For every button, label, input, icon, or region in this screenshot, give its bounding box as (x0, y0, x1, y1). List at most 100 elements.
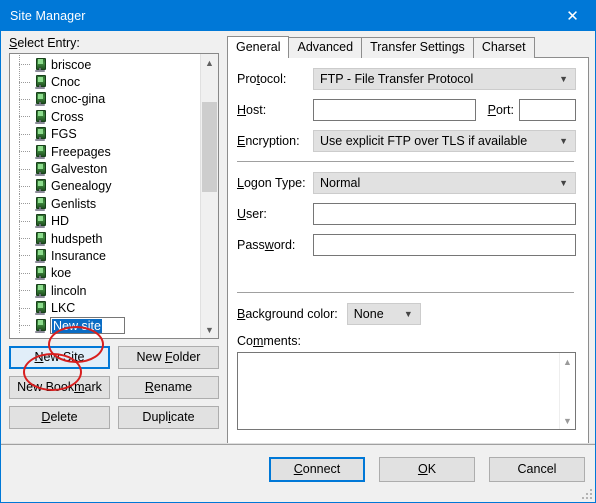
list-item-label: LKC (51, 301, 76, 316)
cancel-button[interactable]: Cancel (489, 457, 585, 482)
chevron-up-icon[interactable]: ▲ (560, 354, 575, 369)
list-item[interactable]: hudspeth (10, 229, 201, 248)
list-item[interactable]: HD (10, 211, 201, 230)
list-item[interactable]: Insurance (10, 246, 201, 265)
footer-divider (1, 444, 595, 445)
server-icon (34, 127, 46, 142)
close-icon[interactable]: ✕ (550, 1, 595, 31)
logon-type-label: Logon Type: (237, 176, 306, 190)
list-item[interactable]: Galveston (10, 159, 201, 178)
tree-line-icon (12, 194, 34, 213)
rename-input-value: New site (52, 318, 102, 333)
tab-charset[interactable]: Charset (472, 37, 535, 58)
site-tree[interactable]: briscoe Cnoc cnoc-gina Cross FGS Freepag… (9, 53, 219, 339)
general-tab-panel: Protocol: FTP - File Transfer Protocol ▼… (227, 57, 589, 457)
tab-transfer-settings[interactable]: Transfer Settings (361, 37, 474, 58)
protocol-select[interactable]: FTP - File Transfer Protocol ▼ (313, 68, 576, 90)
resize-grip-icon[interactable] (580, 487, 592, 499)
new-folder-button[interactable]: New Folder (118, 346, 219, 369)
tree-line-icon (12, 281, 34, 300)
user-row: User: (237, 203, 576, 225)
chevron-up-icon[interactable]: ▲ (201, 54, 218, 71)
list-item[interactable]: Genlists (10, 194, 201, 213)
server-icon (34, 214, 46, 229)
tree-line-icon (12, 316, 34, 335)
list-item-label: Insurance (51, 248, 106, 263)
connect-button[interactable]: Connect (269, 457, 365, 482)
logon-type-select[interactable]: Normal ▼ (313, 172, 576, 194)
encryption-select-value: Use explicit FTP over TLS if available (320, 134, 528, 148)
tree-actions-row-2: New Bookmark Rename (9, 376, 219, 399)
password-input[interactable] (313, 234, 576, 256)
host-input[interactable] (313, 99, 476, 121)
logon-type-select-value: Normal (320, 176, 361, 190)
chevron-down-icon[interactable]: ▼ (201, 321, 218, 338)
delete-button[interactable]: Delete (9, 406, 110, 429)
host-label: Host: (237, 103, 267, 117)
user-input[interactable] (313, 203, 576, 225)
background-color-select-value: None (353, 307, 384, 321)
chevron-down-icon: ▼ (559, 74, 568, 84)
tree-line-icon (12, 229, 34, 248)
server-icon (34, 92, 46, 107)
site-tree-items: briscoe Cnoc cnoc-gina Cross FGS Freepag… (10, 55, 201, 335)
duplicate-button[interactable]: Duplicate (118, 406, 219, 429)
list-item[interactable]: koe (10, 263, 201, 282)
window-title: Site Manager (10, 9, 86, 23)
user-label: User: (237, 207, 267, 221)
chevron-down-icon[interactable]: ▼ (560, 413, 575, 428)
list-item-label: cnoc-gina (51, 92, 106, 107)
tab-advanced[interactable]: Advanced (288, 37, 363, 58)
server-icon (34, 162, 46, 177)
scrollbar-thumb[interactable] (202, 102, 217, 192)
list-item[interactable]: cnoc-gina (10, 89, 201, 108)
list-item[interactable]: Cnoc (10, 72, 201, 91)
server-icon (34, 301, 46, 316)
tree-line-icon (12, 263, 34, 282)
list-item[interactable]: Genealogy (10, 176, 201, 195)
right-panel: General Advanced Transfer Settings Chars… (227, 36, 589, 457)
port-input[interactable] (519, 99, 576, 121)
comments-textarea[interactable]: ▲ ▼ (237, 352, 576, 430)
chevron-down-icon: ▼ (559, 136, 568, 146)
server-icon (34, 179, 46, 194)
tree-vertical-scrollbar[interactable]: ▲ ▼ (200, 54, 218, 338)
new-bookmark-button[interactable]: New Bookmark (9, 376, 110, 399)
encryption-label: Encryption: (237, 134, 300, 148)
list-item-label: Genealogy (51, 179, 112, 194)
list-item-label: lincoln (51, 283, 87, 298)
background-color-row: Background color: None ▼ (237, 303, 576, 325)
ok-button[interactable]: OK (379, 457, 475, 482)
list-item-label: Cross (51, 109, 84, 124)
protocol-row: Protocol: FTP - File Transfer Protocol ▼ (237, 68, 576, 90)
new-site-button[interactable]: New Site (9, 346, 110, 369)
server-icon (34, 109, 46, 124)
comments-scrollbar[interactable]: ▲ ▼ (559, 353, 575, 429)
list-item[interactable]: Cross (10, 107, 201, 126)
rename-input[interactable]: New site (50, 317, 125, 335)
host-row: Host: Port: (237, 99, 576, 121)
tree-line-icon (12, 124, 34, 143)
list-item[interactable]: Freepages (10, 142, 201, 161)
server-icon (34, 283, 46, 298)
rename-button[interactable]: Rename (118, 376, 219, 399)
list-item[interactable]: LKC (10, 298, 201, 317)
list-item-rename-row[interactable]: New site (10, 316, 201, 335)
tab-general[interactable]: General (227, 36, 290, 58)
select-entry-label: Select Entry: (9, 36, 80, 50)
background-color-select[interactable]: None ▼ (346, 303, 421, 325)
tree-line-icon (12, 246, 34, 265)
server-icon (34, 196, 46, 211)
tree-line-icon (12, 107, 34, 126)
list-item[interactable]: lincoln (10, 281, 201, 300)
list-item[interactable]: briscoe (10, 55, 201, 74)
dialog-footer: Connect OK Cancel (1, 443, 595, 502)
tree-line-icon (12, 298, 34, 317)
left-panel: Select Entry: briscoe Cnoc cnoc-gina Cro… (9, 36, 219, 429)
chevron-down-icon: ▼ (559, 178, 568, 188)
list-item[interactable]: FGS (10, 124, 201, 143)
logon-type-row: Logon Type: Normal ▼ (237, 172, 576, 194)
tree-line-icon (12, 211, 34, 230)
server-icon (34, 144, 46, 159)
encryption-select[interactable]: Use explicit FTP over TLS if available ▼ (313, 130, 576, 152)
